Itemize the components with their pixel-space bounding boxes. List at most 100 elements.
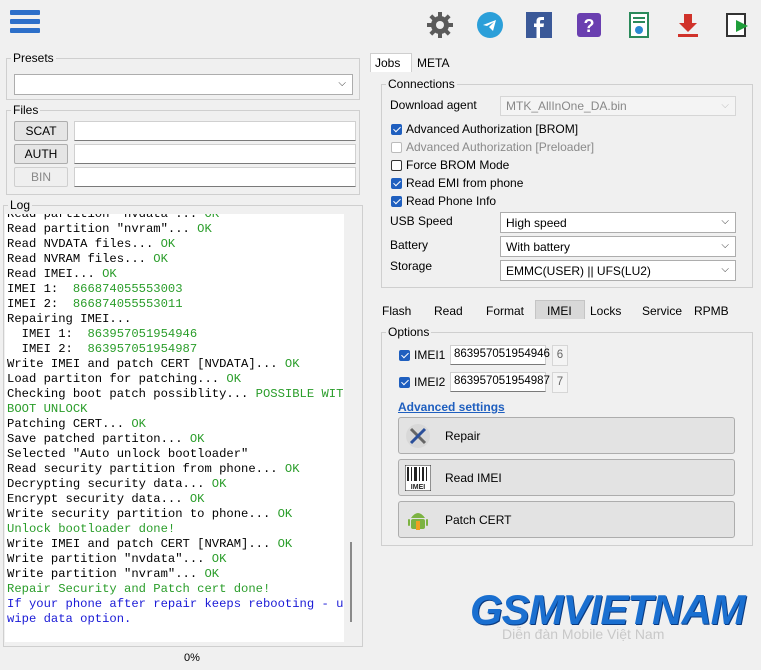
log-output[interactable]: Read partition "nvdata"... OK Read partit… <box>5 214 344 642</box>
menu-icon <box>10 10 40 15</box>
options-label: Options <box>388 325 430 339</box>
checkbox-checked-icon <box>391 195 402 207</box>
log-line: Write IMEI and patch CERT [NVRAM]... OK <box>7 537 293 551</box>
log-line: Checking boot patch possiblity... POSSIB… <box>7 387 344 401</box>
notes-button[interactable] <box>622 8 656 42</box>
log-line: Write IMEI and patch CERT [NVDATA]... OK <box>7 357 300 371</box>
svg-text:?: ? <box>584 16 595 36</box>
bin-button[interactable]: BIN <box>14 167 68 187</box>
usb-speed-dropdown[interactable]: High speed ⌵ <box>500 212 736 233</box>
connections-label: Connections <box>388 77 455 91</box>
tab-format[interactable]: Format <box>486 304 524 318</box>
presets-label: Presets <box>13 51 54 65</box>
log-line: Read IMEI... OK <box>7 267 117 281</box>
tab-locks[interactable]: Locks <box>590 304 621 318</box>
android-icon <box>408 513 428 530</box>
repair-tools-icon <box>406 424 430 448</box>
download-agent-dropdown[interactable]: MTK_AllInOne_DA.bin ⌵ <box>500 96 736 116</box>
log-line: Write partition "nvdata"... OK <box>7 552 227 566</box>
checkbox-unchecked-icon <box>391 159 402 171</box>
log-line: If your phone after repair keeps rebooti… <box>7 597 344 611</box>
tab-flash[interactable]: Flash <box>382 304 411 318</box>
menu-button[interactable] <box>10 10 40 38</box>
log-line: BOOT UNLOCK <box>7 402 88 416</box>
exit-button[interactable] <box>721 8 755 42</box>
help-button[interactable]: ? <box>572 8 606 42</box>
tab-meta[interactable]: META <box>417 56 449 70</box>
log-line: Decrypting security data... OK <box>7 477 227 491</box>
log-line: Patching CERT... OK <box>7 417 146 431</box>
storage-label: Storage <box>390 259 433 273</box>
tab-rpmb[interactable]: RPMB <box>694 304 729 318</box>
chevron-down-icon: ⌵ <box>721 240 729 251</box>
adv-auth-preloader-checkbox[interactable]: Advanced Authorization [Preloader] <box>391 140 594 154</box>
progress-bar: 0% <box>0 649 761 670</box>
log-line: IMEI 1: 863957051954946 <box>7 327 198 341</box>
log-line: IMEI 1: 866874055553003 <box>7 282 183 296</box>
scat-button[interactable]: SCAT <box>14 121 68 141</box>
chevron-down-icon: ⌵ <box>338 78 346 89</box>
auth-path-field[interactable] <box>74 144 356 164</box>
usb-speed-label: USB Speed <box>390 214 453 228</box>
read-imei-button[interactable]: IMEI Read IMEI <box>398 459 735 496</box>
presets-dropdown[interactable]: ⌵ <box>14 74 353 95</box>
imei1-check-digit: 6 <box>552 345 568 366</box>
log-line: Encrypt security data... OK <box>7 492 205 506</box>
tab-read[interactable]: Read <box>434 304 463 318</box>
bin-path-field[interactable] <box>74 167 356 187</box>
chevron-down-icon: ⌵ <box>721 216 729 227</box>
download-agent-label: Download agent <box>390 98 477 112</box>
log-label: Log <box>10 198 31 212</box>
imei-barcode-icon: IMEI <box>405 465 431 491</box>
imei1-input[interactable]: 863957051954946 <box>450 345 550 365</box>
progress-text: 0% <box>184 652 200 664</box>
checkbox-checked-icon <box>391 123 402 135</box>
settings-button[interactable] <box>423 8 457 42</box>
exit-icon <box>726 13 748 37</box>
log-line: IMEI 2: 866874055553011 <box>7 297 183 311</box>
log-line: Read NVRAM files... OK <box>7 252 168 266</box>
log-line: IMEI 2: 863957051954987 <box>7 342 198 356</box>
advanced-settings-link[interactable]: Advanced settings <box>398 400 505 414</box>
download-button[interactable] <box>671 8 705 42</box>
gear-icon <box>427 12 453 38</box>
log-line: Repair Security and Patch cert done! <box>7 582 271 596</box>
tab-jobs[interactable]: Jobs <box>370 53 412 72</box>
log-line: wipe data option. <box>7 612 132 626</box>
scat-path-field[interactable] <box>74 121 356 141</box>
auth-button[interactable]: AUTH <box>14 144 68 164</box>
repair-button[interactable]: Repair <box>398 417 735 454</box>
log-line: Selected "Auto unlock bootloader" <box>7 447 249 461</box>
telegram-button[interactable] <box>473 8 507 42</box>
chevron-down-icon: ⌵ <box>721 264 729 275</box>
log-line: Repairing IMEI... <box>7 312 132 326</box>
log-scrollbar-thumb[interactable] <box>350 542 352 622</box>
log-line: Write partition "nvram"... OK <box>7 567 220 581</box>
download-icon <box>678 14 698 37</box>
checkbox-checked-icon <box>399 349 410 361</box>
notes-icon <box>629 12 649 38</box>
log-line: Load partiton for patching... OK <box>7 372 242 386</box>
checkbox-disabled-icon <box>391 141 402 153</box>
storage-dropdown[interactable]: EMMC(USER) || UFS(LU2) ⌵ <box>500 260 736 281</box>
checkbox-checked-icon <box>399 376 410 388</box>
chevron-down-icon: ⌵ <box>721 100 729 111</box>
log-line: Save patched partiton... OK <box>7 432 205 446</box>
imei2-input[interactable]: 863957051954987 <box>450 372 550 392</box>
imei2-checkbox[interactable]: IMEI2 <box>399 375 445 389</box>
imei2-check-digit: 7 <box>552 372 568 393</box>
tab-service[interactable]: Service <box>642 304 682 318</box>
facebook-button[interactable] <box>522 8 556 42</box>
read-phone-info-checkbox[interactable]: Read Phone Info <box>391 194 496 208</box>
battery-label: Battery <box>390 238 429 252</box>
watermark-subtitle: Diễn đàn Mobile Việt Nam <box>502 626 665 642</box>
adv-auth-brom-checkbox[interactable]: Advanced Authorization [BROM] <box>391 122 578 136</box>
patch-cert-button[interactable]: Patch CERT <box>398 501 735 538</box>
force-brom-checkbox[interactable]: Force BROM Mode <box>391 158 509 172</box>
log-line: Read security partition from phone... OK <box>7 462 300 476</box>
read-emi-checkbox[interactable]: Read EMI from phone <box>391 176 523 190</box>
battery-dropdown[interactable]: With battery ⌵ <box>500 236 736 257</box>
tab-imei[interactable]: IMEI <box>535 300 585 319</box>
imei1-checkbox[interactable]: IMEI1 <box>399 348 445 362</box>
log-line: Read partition "nvdata"... OK <box>7 214 220 221</box>
